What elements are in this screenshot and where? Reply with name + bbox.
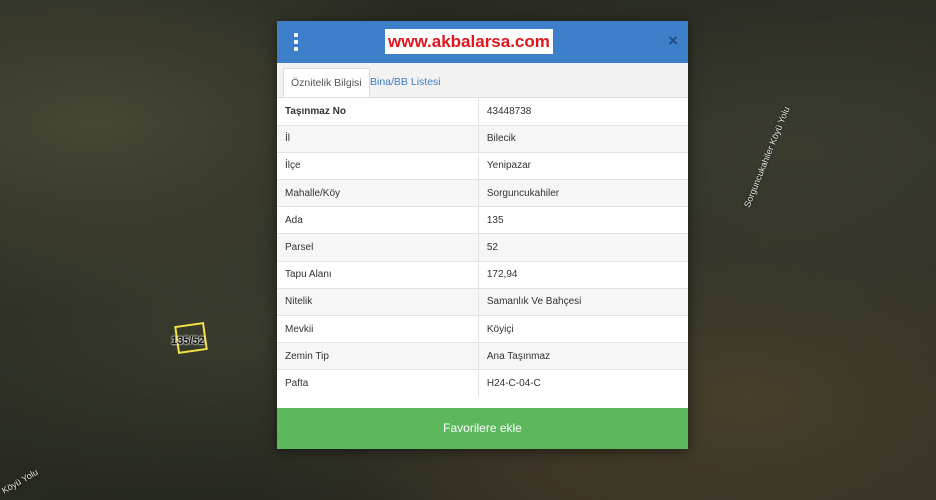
parcel-info-dialog: www.akbalarsa.com × Öznitelik Bilgisi Bi… — [277, 21, 688, 449]
row-value: H24-C-04-C — [478, 369, 688, 398]
table-row: Mevkii Köyiçi — [277, 314, 688, 343]
row-key: Mevkii — [277, 314, 479, 343]
table-row: İlçe Yenipazar — [277, 151, 688, 180]
row-key: Pafta — [277, 369, 479, 398]
table-row: Tapu Alanı 172,94 — [277, 260, 688, 289]
row-value: Bilecik — [478, 124, 688, 153]
table-row: Mahalle/Köy Sorguncukahiler — [277, 179, 688, 207]
table-row: Taşınmaz No 43448738 — [277, 98, 688, 126]
close-icon[interactable]: × — [668, 31, 678, 51]
add-to-favorites-button[interactable]: Favorilere ekle — [277, 408, 688, 449]
row-key: Parsel — [277, 233, 479, 262]
vertical-dots-menu-icon[interactable] — [293, 33, 299, 51]
table-row: Ada 135 — [277, 206, 688, 234]
table-row: Zemin Tip Ana Taşınmaz — [277, 342, 688, 370]
row-value: Köyiçi — [478, 314, 688, 343]
table-row: İl Bilecik — [277, 124, 688, 153]
attribute-table: Taşınmaz No 43448738 İl Bilecik İlçe Yenipa… — [277, 98, 688, 398]
row-key: İl — [277, 124, 479, 153]
row-value: 52 — [478, 233, 688, 262]
row-value: 43448738 — [486, 105, 532, 117]
row-key: Nitelik — [277, 287, 479, 316]
row-key: Zemin Tip — [277, 342, 479, 370]
row-key: Ada — [277, 206, 479, 234]
row-value: Samanlık Ve Bahçesi — [478, 287, 688, 316]
row-key: Taşınmaz No — [277, 98, 479, 126]
row-value: Yenipazar — [478, 151, 688, 180]
row-value: Ana Taşınmaz — [478, 342, 688, 370]
row-value: 135 — [478, 206, 688, 234]
tab-bina-bb-listesi[interactable]: Bina/BB Listesi — [363, 68, 448, 97]
row-key: Tapu Alanı — [277, 260, 479, 289]
row-key: Mahalle/Köy — [277, 179, 479, 207]
dialog-header: www.akbalarsa.com × — [277, 21, 688, 63]
site-brand: www.akbalarsa.com — [385, 29, 553, 54]
tab-oznitelik-bilgisi[interactable]: Öznitelik Bilgisi — [283, 68, 370, 97]
row-key: İlçe — [277, 151, 479, 180]
table-row: Nitelik Samanlık Ve Bahçesi — [277, 287, 688, 316]
table-row: Pafta H24-C-04-C — [277, 369, 688, 398]
parcel-label: 135/52 — [171, 335, 205, 347]
table-row: Parsel 52 — [277, 233, 688, 262]
row-value: 172,94 — [478, 260, 688, 289]
dialog-tabs: Öznitelik Bilgisi Bina/BB Listesi — [277, 63, 688, 98]
row-value: Sorguncukahiler — [478, 179, 688, 207]
